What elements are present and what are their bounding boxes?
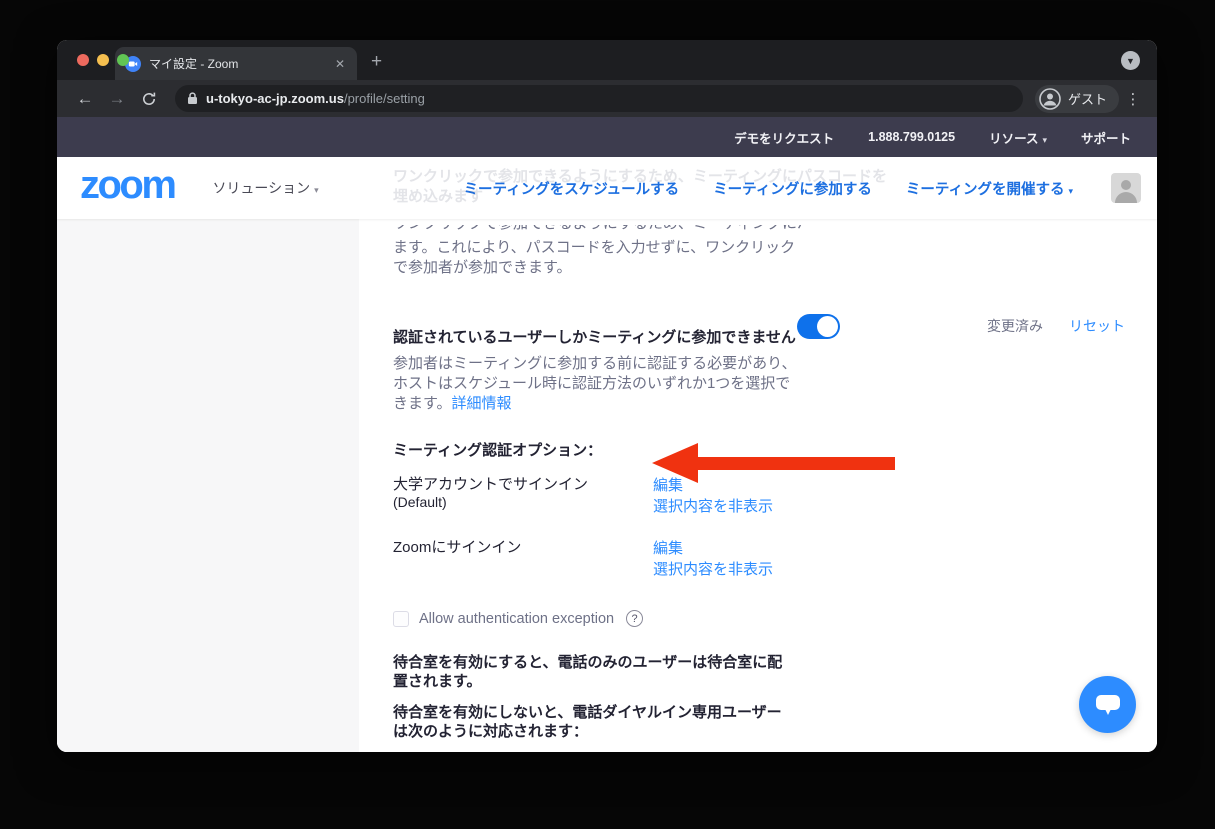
browser-toolbar: ← → u-tokyo-ac-jp.zoom.us/profile/settin… (57, 80, 1157, 117)
tab-title: マイ設定 - Zoom (149, 55, 325, 72)
topbar-request-demo-link[interactable]: デモをリクエスト (734, 128, 834, 147)
browser-tabstrip: マイ設定 - Zoom ✕ + ▼ (57, 40, 1157, 80)
auth-option-row: Zoomにサインイン 編集 選択内容を非表示 (393, 538, 1157, 580)
auth-toggle[interactable] (797, 314, 840, 339)
browser-tab[interactable]: マイ設定 - Zoom ✕ (115, 47, 357, 80)
settings-main-content: ワンクリックで参加できるようにするため、ミーティングにパスコードを埋め込み ます… (359, 219, 1157, 752)
chat-bubble-icon (1095, 693, 1121, 717)
desktop-background: マイ設定 - Zoom ✕ + ▼ ← → u-tokyo-ac-jp.zoom… (0, 0, 1215, 829)
auth-exception-row: Allow authentication exception ? (393, 610, 1157, 627)
waiting-room-para1: 待合室を有効にすると、電話のみのユーザーは待合室に配置されます。 (393, 653, 795, 691)
auth-option-name: 大学アカウントでサインイン (Default) (393, 475, 653, 517)
url-domain: u-tokyo-ac-jp.zoom.us (206, 91, 344, 106)
help-question-icon[interactable]: ? (626, 610, 643, 627)
browser-menu-icon[interactable]: ⋮ (1123, 90, 1143, 108)
clipped-text-line: ワンクリックで参加できるようにするため、ミーティングにパスコードを埋め込み (393, 225, 803, 236)
new-tab-button[interactable]: + (371, 51, 382, 73)
topbar-phone-number[interactable]: 1.888.799.0125 (868, 130, 955, 144)
url-text: u-tokyo-ac-jp.zoom.us/profile/setting (206, 90, 425, 108)
tab-search-menu-icon[interactable]: ▼ (1121, 51, 1140, 70)
waiting-room-para2: 待合室を有効にしないと、電話ダイヤルイン専用ユーザーは次のように対応されます： (393, 703, 795, 741)
learn-more-link[interactable]: 詳細情報 (452, 395, 512, 412)
auth-status-row: 変更済み リセット (987, 316, 1125, 336)
back-icon[interactable]: ← (71, 85, 99, 113)
close-window-button[interactable] (77, 54, 89, 66)
zoom-site-header: ワンクリックで参加できるようにするため、ミーティングにパスコードを 埋め込みます… (57, 157, 1157, 219)
forward-icon[interactable]: → (103, 85, 131, 113)
auth-option-name: Zoomにサインイン (393, 538, 653, 580)
chevron-down-icon: ▾ (314, 185, 319, 195)
profile-avatar-icon (1039, 88, 1061, 110)
guest-label: ゲスト (1068, 89, 1107, 108)
toggle-knob (817, 316, 838, 337)
hide-selection-link[interactable]: 選択内容を非表示 (653, 559, 773, 580)
hide-selection-link[interactable]: 選択内容を非表示 (653, 496, 773, 517)
auth-setting-description: 参加者はミーティングに参加する前に認証する必要があり、ホストはスケジュール時に認… (393, 354, 805, 414)
chevron-down-icon: ▾ (1042, 135, 1047, 145)
settings-sidebar (57, 219, 359, 752)
page-body: ワンクリックで参加できるようにするため、ミーティングにパスコードを埋め込み ます… (57, 219, 1157, 752)
edit-link[interactable]: 編集 (653, 538, 773, 559)
browser-window: マイ設定 - Zoom ✕ + ▼ ← → u-tokyo-ac-jp.zoom… (57, 40, 1157, 752)
host-meeting-menu[interactable]: ミーティングを開催する▾ (906, 178, 1073, 199)
address-bar[interactable]: u-tokyo-ac-jp.zoom.us/profile/setting (175, 85, 1023, 112)
topbar-support-link[interactable]: サポート (1081, 128, 1131, 147)
modified-status: 変更済み (987, 316, 1043, 336)
lock-icon (187, 92, 198, 105)
reset-link[interactable]: リセット (1069, 316, 1125, 336)
browser-profile-button[interactable]: ゲスト (1035, 85, 1119, 113)
zoom-topbar: デモをリクエスト 1.888.799.0125 リソース▾ サポート (57, 117, 1157, 157)
chevron-down-icon: ▾ (1068, 186, 1073, 196)
header-nav: ミーティングをスケジュールする ミーティングに参加する ミーティングを開催する▾ (464, 173, 1141, 203)
join-meeting-link[interactable]: ミーティングに参加する (713, 178, 872, 199)
chat-support-button[interactable] (1079, 676, 1136, 733)
red-annotation-arrow (652, 443, 895, 483)
arrow-shaft (692, 457, 895, 470)
url-path: /profile/setting (344, 91, 425, 106)
auth-option-default-tag: (Default) (393, 494, 653, 511)
reload-icon[interactable] (135, 85, 163, 113)
window-controls (77, 54, 129, 66)
tab-close-icon[interactable]: ✕ (333, 57, 347, 71)
minimize-window-button[interactable] (97, 54, 109, 66)
topbar-resources-menu[interactable]: リソース▾ (989, 128, 1047, 147)
maximize-window-button[interactable] (117, 54, 129, 66)
auth-option-links: 編集 選択内容を非表示 (653, 538, 773, 580)
auth-exception-checkbox[interactable] (393, 611, 409, 627)
auth-exception-label: Allow authentication exception (419, 611, 614, 627)
solutions-menu[interactable]: ソリューション▾ (212, 178, 318, 198)
zoom-logo[interactable]: zoom (80, 165, 174, 205)
embed-passcode-description: ます。これにより、パスコードを入力せずに、ワンクリックで参加者が参加できます。 (393, 238, 801, 278)
schedule-meeting-link[interactable]: ミーティングをスケジュールする (464, 178, 680, 199)
user-avatar[interactable] (1111, 173, 1141, 203)
